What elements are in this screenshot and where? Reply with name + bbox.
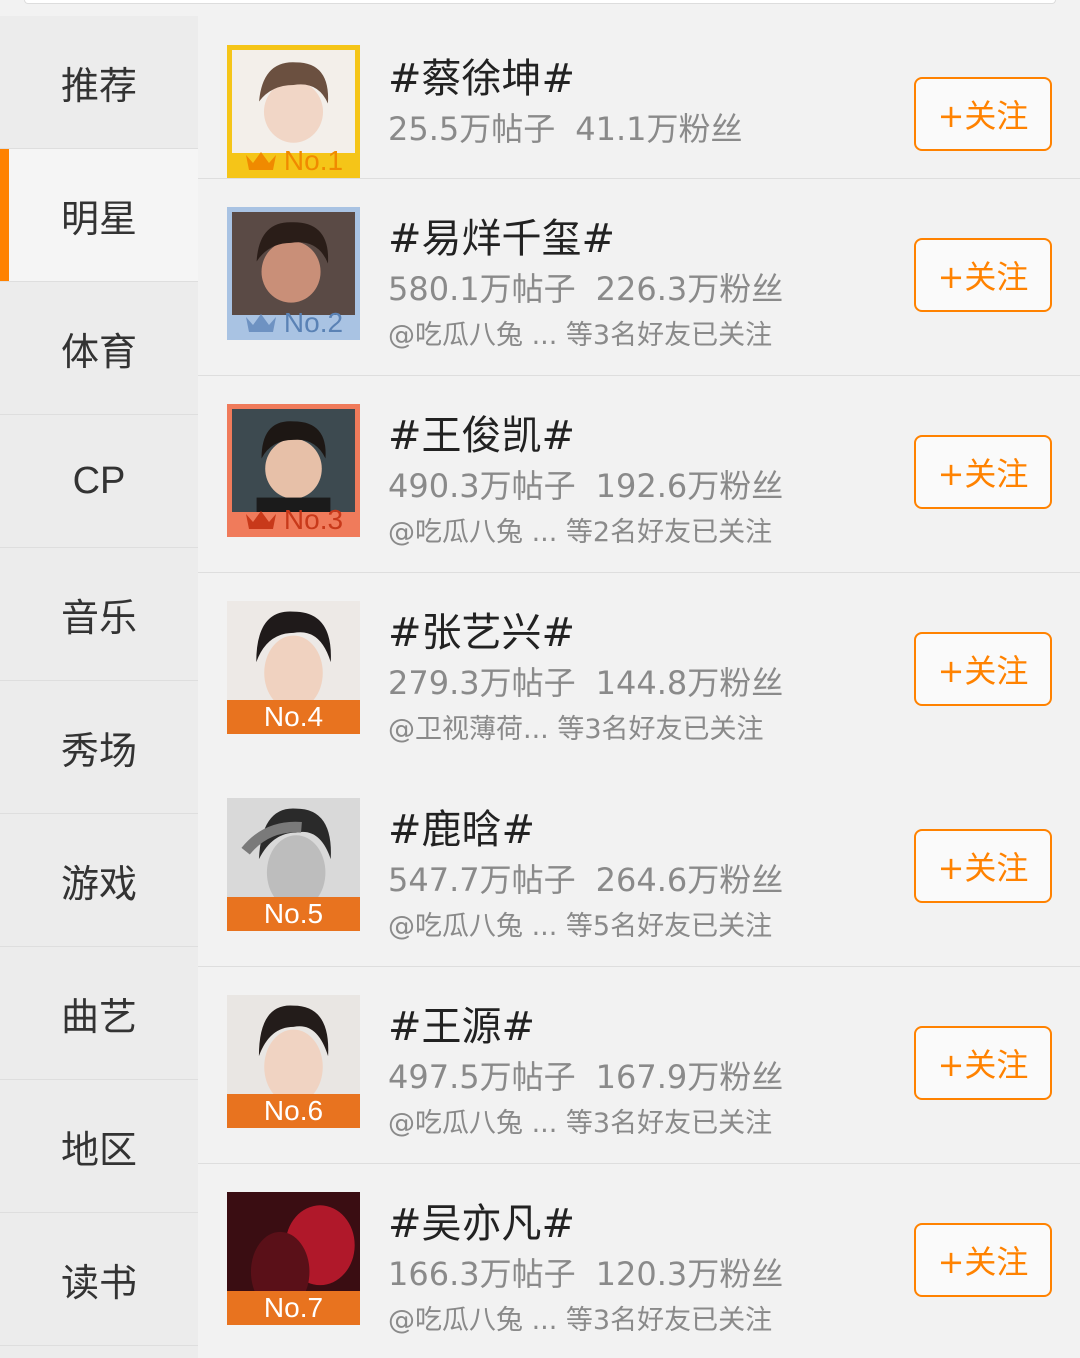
sidebar-item-show[interactable]: 秀场	[0, 681, 198, 814]
follow-button[interactable]: +关注	[914, 435, 1052, 509]
topic-title[interactable]: #王俊凯#	[388, 403, 575, 461]
search-box-edge[interactable]	[24, 0, 1056, 4]
follow-button[interactable]: +关注	[914, 829, 1052, 903]
list-item[interactable]: No.3 #王俊凯# 490.3万帖子 192.6万粉丝 @吃瓜八兔 ... 等2…	[198, 376, 1080, 573]
rank-label: No.6	[263, 1095, 324, 1126]
rank-label: No.7	[263, 1292, 324, 1323]
sidebar-item-cp[interactable]: CP	[0, 415, 198, 548]
sidebar-item-reading[interactable]: 读书	[0, 1213, 198, 1346]
avatar[interactable]: No.2	[227, 207, 360, 340]
rank-badge: No.5	[227, 897, 360, 931]
fan-count: 167.9万粉丝	[595, 1058, 784, 1096]
top-search-bar-edge	[0, 0, 1080, 16]
sidebar-item-label: 秀场	[60, 728, 137, 773]
fan-count: 120.3万粉丝	[595, 1255, 784, 1293]
topic-stats: 497.5万帖子 167.9万粉丝	[388, 1052, 783, 1098]
rank-label: No.4	[263, 701, 324, 732]
avatar[interactable]: No.6	[227, 995, 360, 1128]
topic-title[interactable]: #鹿晗#	[388, 797, 535, 855]
avatar[interactable]: No.7	[227, 1192, 360, 1325]
fan-count: 264.6万粉丝	[595, 861, 784, 899]
avatar[interactable]: No.5	[227, 798, 360, 931]
avatar[interactable]: No.1	[227, 45, 360, 178]
post-count: 547.7万帖子	[388, 861, 576, 899]
portrait-photo	[232, 212, 355, 315]
sidebar-item-label: 曲艺	[60, 994, 137, 1039]
rank-label: No.3	[283, 504, 344, 535]
rank-badge: No.7	[227, 1291, 360, 1325]
topic-title[interactable]: #张艺兴#	[388, 600, 575, 658]
rank-badge: No.1	[227, 144, 360, 178]
fan-count: 41.1万粉丝	[575, 110, 743, 148]
sidebar-item-music[interactable]: 音乐	[0, 548, 198, 681]
rank-badge: No.2	[227, 306, 360, 340]
crown-icon	[245, 511, 276, 529]
rank-badge: No.4	[227, 700, 360, 734]
sidebar-item-recommend[interactable]: 推荐	[0, 16, 198, 149]
avatar[interactable]: No.3	[227, 404, 360, 537]
crown-icon	[245, 152, 276, 170]
follow-button[interactable]: +关注	[914, 632, 1052, 706]
friends-following: @吃瓜八兔 ... 等5名好友已关注	[388, 911, 773, 942]
sidebar-item-label: 音乐	[60, 595, 137, 640]
follow-button[interactable]: +关注	[914, 238, 1052, 312]
rank-badge: No.3	[227, 503, 360, 537]
friends-following: @吃瓜八兔 ... 等3名好友已关注	[388, 320, 773, 351]
post-count: 166.3万帖子	[388, 1255, 576, 1293]
sidebar-item-region[interactable]: 地区	[0, 1080, 198, 1213]
topic-stats: 490.3万帖子 192.6万粉丝	[388, 461, 783, 507]
rank-label: No.2	[283, 307, 344, 338]
category-sidebar: 推荐 明星 体育 CP 音乐 秀场 游戏 曲艺 地区 读书	[0, 16, 198, 1358]
fan-count: 144.8万粉丝	[595, 664, 784, 702]
list-item[interactable]: No.2 #易烊千玺# 580.1万帖子 226.3万粉丝 @吃瓜八兔 ... 等…	[198, 179, 1080, 376]
friends-following: @吃瓜八兔 ... 等3名好友已关注	[388, 1305, 773, 1336]
portrait-photo	[232, 409, 355, 512]
topic-stats: 25.5万帖子 41.1万粉丝	[388, 104, 743, 150]
list-item[interactable]: No.1 #蔡徐坤# 25.5万帖子 41.1万粉丝 +关注	[198, 16, 1080, 179]
rank-badge: No.6	[227, 1094, 360, 1128]
post-count: 497.5万帖子	[388, 1058, 576, 1096]
post-count: 580.1万帖子	[388, 270, 576, 308]
sidebar-item-label: 游戏	[60, 861, 137, 906]
topic-title[interactable]: #吴亦凡#	[388, 1191, 575, 1249]
topic-stats: 279.3万帖子 144.8万粉丝	[388, 658, 783, 704]
topic-title[interactable]: #王源#	[388, 994, 535, 1052]
ranking-list: No.1 #蔡徐坤# 25.5万帖子 41.1万粉丝 +关注 No.2 #易烊千玺…	[198, 16, 1080, 1358]
sidebar-item-stars[interactable]: 明星	[0, 149, 198, 282]
list-item[interactable]: No.4 #张艺兴# 279.3万帖子 144.8万粉丝 @卫视薄荷... 等3名…	[198, 573, 1080, 770]
portrait-photo	[232, 50, 355, 153]
sidebar-item-label: 推荐	[60, 63, 137, 108]
post-count: 490.3万帖子	[388, 467, 576, 505]
sidebar-item-label: 明星	[60, 196, 137, 241]
follow-button[interactable]: +关注	[914, 77, 1052, 151]
sidebar-item-label: 地区	[60, 1127, 137, 1172]
fan-count: 192.6万粉丝	[595, 467, 784, 505]
post-count: 25.5万帖子	[388, 110, 556, 148]
sidebar-item-games[interactable]: 游戏	[0, 814, 198, 947]
topic-stats: 547.7万帖子 264.6万粉丝	[388, 855, 783, 901]
rank-label: No.1	[283, 145, 344, 176]
follow-button[interactable]: +关注	[914, 1223, 1052, 1297]
fan-count: 226.3万粉丝	[595, 270, 784, 308]
friends-following: @吃瓜八兔 ... 等3名好友已关注	[388, 1108, 773, 1139]
topic-stats: 166.3万帖子 120.3万粉丝	[388, 1249, 783, 1295]
post-count: 279.3万帖子	[388, 664, 576, 702]
list-item[interactable]: No.7 #吴亦凡# 166.3万帖子 120.3万粉丝 @吃瓜八兔 ... 等3…	[198, 1164, 1080, 1358]
crown-icon	[245, 314, 276, 332]
list-item[interactable]: No.5 #鹿晗# 547.7万帖子 264.6万粉丝 @吃瓜八兔 ... 等5名…	[198, 770, 1080, 967]
sidebar-item-folk-art[interactable]: 曲艺	[0, 947, 198, 1080]
sidebar-item-label: 读书	[60, 1260, 137, 1305]
rank-label: No.5	[263, 898, 324, 929]
friends-following: @卫视薄荷... 等3名好友已关注	[388, 714, 764, 745]
follow-button[interactable]: +关注	[914, 1026, 1052, 1100]
list-item[interactable]: No.6 #王源# 497.5万帖子 167.9万粉丝 @吃瓜八兔 ... 等3名…	[198, 967, 1080, 1164]
friends-following: @吃瓜八兔 ... 等2名好友已关注	[388, 517, 773, 548]
sidebar-item-sports[interactable]: 体育	[0, 282, 198, 415]
topic-title[interactable]: #易烊千玺#	[388, 206, 615, 264]
sidebar-item-label: 体育	[60, 329, 137, 374]
topic-stats: 580.1万帖子 226.3万粉丝	[388, 264, 783, 310]
sidebar-item-label: CP	[72, 459, 126, 502]
avatar[interactable]: No.4	[227, 601, 360, 734]
topic-title[interactable]: #蔡徐坤#	[388, 46, 575, 104]
